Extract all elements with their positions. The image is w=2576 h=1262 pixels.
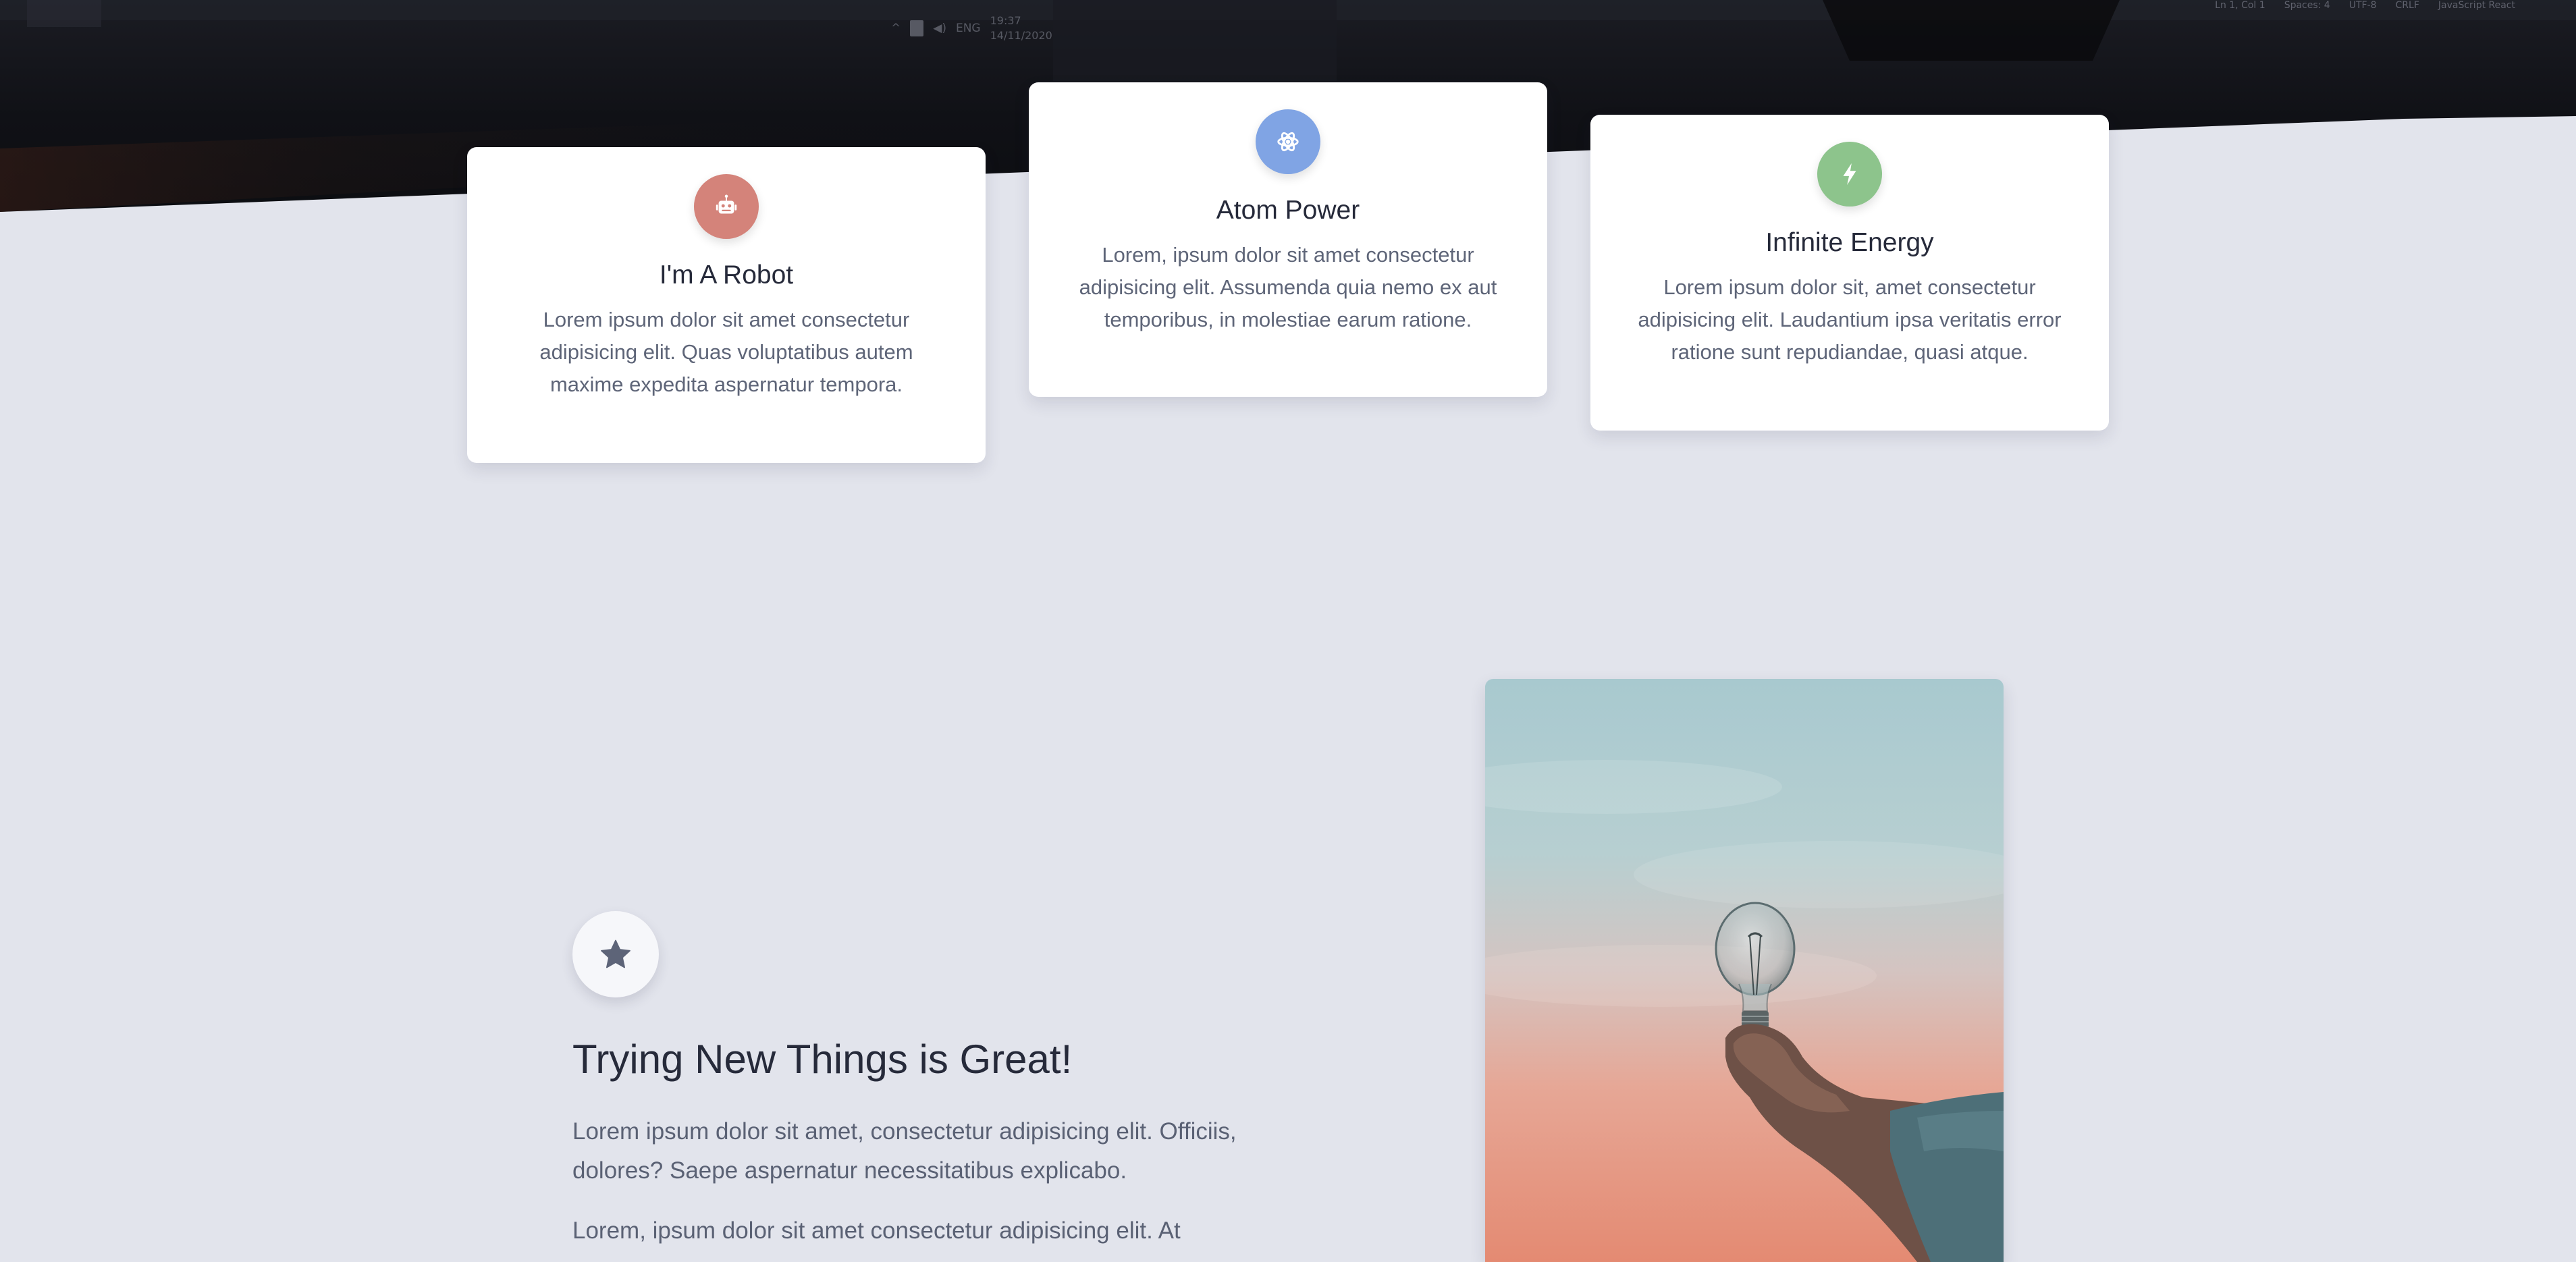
feature-icon-circle: [1256, 109, 1320, 174]
status-item: JavaScript React: [2438, 0, 2515, 11]
section-icon-circle: [572, 911, 659, 997]
feature-title: Infinite Energy: [1765, 228, 1934, 257]
battery-icon: [910, 20, 924, 36]
section-paragraph: Lorem, ipsum dolor sit amet consectetur …: [572, 1217, 1181, 1244]
section-title: Trying New Things is Great!: [572, 1037, 1073, 1082]
status-item: UTF-8: [2349, 0, 2377, 11]
feature-icon-circle: [1817, 142, 1882, 207]
chevron-up-icon: ^: [891, 22, 901, 35]
editor-status-bar: Ln 1, Col 1 Spaces: 4 UTF-8 CRLF JavaScr…: [2215, 0, 2515, 15]
feature-text: Lorem ipsum dolor sit, amet consectetur …: [1638, 275, 2062, 364]
section-paragraph: Lorem ipsum dolor sit amet, consectetur …: [572, 1118, 1237, 1184]
tray-date: 14/11/2020: [990, 29, 1052, 42]
tray-time: 19:37: [990, 14, 1021, 27]
lightbulb-photo: [1485, 679, 2004, 1262]
status-item: CRLF: [2395, 0, 2419, 11]
tray-clock: 19:37 14/11/2020: [990, 13, 1052, 43]
star-icon: [601, 939, 630, 968]
tray-language: ENG: [955, 22, 981, 35]
feature-title: Atom Power: [1216, 196, 1360, 225]
atom-icon: [1277, 132, 1299, 152]
feature-icon-circle: [694, 174, 759, 239]
feature-text: Lorem, ipsum dolor sit amet consectetur …: [1079, 243, 1497, 331]
system-tray: ^ ◀) ENG 19:37 14/11/2020: [891, 13, 1052, 43]
bolt-icon: [1843, 163, 1856, 186]
feature-card-robot: I'm A Robot Lorem ipsum dolor sit amet c…: [467, 147, 986, 463]
status-item: Spaces: 4: [2284, 0, 2330, 11]
feature-card-energy: Infinite Energy Lorem ipsum dolor sit, a…: [1590, 115, 2109, 431]
feature-card-atom: Atom Power Lorem, ipsum dolor sit amet c…: [1029, 82, 1547, 397]
status-item: Ln 1, Col 1: [2215, 0, 2265, 11]
robot-icon: [716, 194, 737, 214]
volume-icon: ◀): [933, 22, 946, 35]
feature-title: I'm A Robot: [659, 260, 794, 290]
feature-text: Lorem ipsum dolor sit amet consectetur a…: [539, 308, 913, 396]
